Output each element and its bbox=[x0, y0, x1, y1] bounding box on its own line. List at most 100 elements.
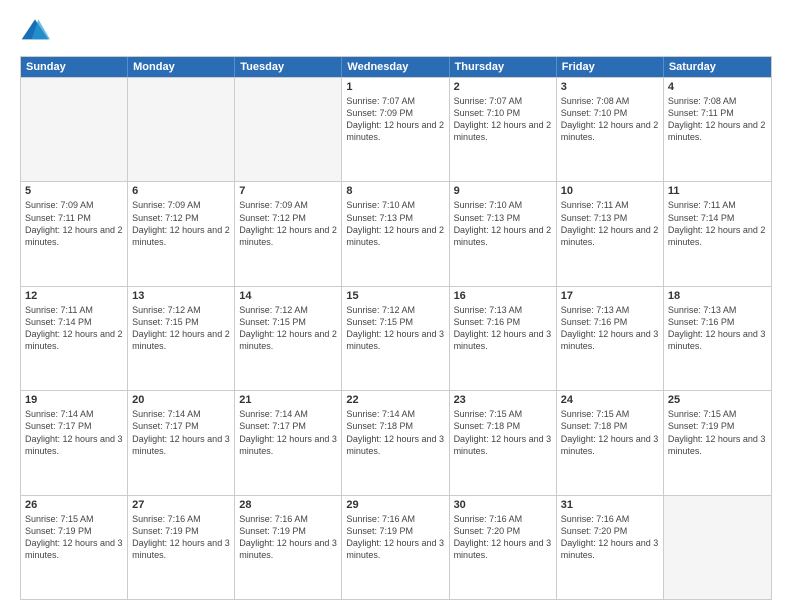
weekday-header-saturday: Saturday bbox=[664, 57, 771, 77]
calendar-body: 1 Sunrise: 7:07 AMSunset: 7:09 PMDaylight… bbox=[21, 77, 771, 599]
logo-icon bbox=[20, 16, 50, 46]
day-number: 22 bbox=[346, 394, 444, 406]
calendar-cell-3-3: 14Sunrise: 7:12 AMSunset: 7:15 PMDayligh… bbox=[235, 287, 342, 390]
calendar-cell-3-2: 13 Sunrise: 7:12 AMSunset: 7:15 PMDayligh… bbox=[128, 287, 235, 390]
calendar-cell-4-6: 24 Sunrise: 7:15 AMSunset: 7:18 PMDayligh… bbox=[557, 391, 664, 494]
calendar-cell-1-4: 1 Sunrise: 7:07 AMSunset: 7:09 PMDaylight… bbox=[342, 78, 449, 181]
day-number: 11 bbox=[668, 185, 767, 197]
cell-detail: Sunrise: 7:16 AMSunset: 7:19 PMDaylight:… bbox=[346, 513, 444, 562]
calendar-cell-4-1: 19Sunrise: 7:14 AMSunset: 7:17 PMDayligh… bbox=[21, 391, 128, 494]
day-number: 17 bbox=[561, 290, 659, 302]
calendar-cell-1-3 bbox=[235, 78, 342, 181]
calendar-cell-4-2: 20 Sunrise: 7:14 AMSunset: 7:17 PMDayligh… bbox=[128, 391, 235, 494]
day-number: 31 bbox=[561, 499, 659, 511]
calendar-cell-5-4: 29 Sunrise: 7:16 AMSunset: 7:19 PMDayligh… bbox=[342, 496, 449, 599]
calendar-cell-5-3: 28 Sunrise: 7:16 AMSunset: 7:19 PMDayligh… bbox=[235, 496, 342, 599]
day-number: 24 bbox=[561, 394, 659, 406]
day-number: 26 bbox=[25, 499, 123, 511]
day-number: 20 bbox=[132, 394, 230, 406]
calendar-cell-3-6: 17 Sunrise: 7:13 AMSunset: 7:16 PMDayligh… bbox=[557, 287, 664, 390]
calendar-row-2: 5Sunrise: 7:09 AMSunset: 7:11 PMDaylight… bbox=[21, 181, 771, 285]
calendar-cell-1-6: 3 Sunrise: 7:08 AMSunset: 7:10 PMDaylight… bbox=[557, 78, 664, 181]
calendar-cell-3-5: 16 Sunrise: 7:13 AMSunset: 7:16 PMDayligh… bbox=[450, 287, 557, 390]
day-number: 2 bbox=[454, 81, 552, 93]
calendar: SundayMondayTuesdayWednesdayThursdayFrid… bbox=[20, 56, 772, 600]
day-number: 3 bbox=[561, 81, 659, 93]
weekday-header-wednesday: Wednesday bbox=[342, 57, 449, 77]
cell-detail: Sunrise: 7:08 AMSunset: 7:10 PMDaylight:… bbox=[561, 95, 659, 144]
cell-detail: Sunrise: 7:15 AMSunset: 7:19 PMDaylight:… bbox=[25, 513, 123, 562]
calendar-cell-4-5: 23Sunrise: 7:15 AMSunset: 7:18 PMDayligh… bbox=[450, 391, 557, 494]
cell-detail: Sunrise: 7:16 AMSunset: 7:19 PMDaylight:… bbox=[239, 513, 337, 562]
calendar-cell-2-3: 7Sunrise: 7:09 AMSunset: 7:12 PMDaylight… bbox=[235, 182, 342, 285]
day-number: 25 bbox=[668, 394, 767, 406]
cell-detail: Sunrise: 7:07 AMSunset: 7:09 PMDaylight:… bbox=[346, 95, 444, 144]
cell-detail: Sunrise: 7:10 AMSunset: 7:13 PMDaylight:… bbox=[454, 199, 552, 248]
calendar-row-1: 1 Sunrise: 7:07 AMSunset: 7:09 PMDaylight… bbox=[21, 77, 771, 181]
cell-detail: Sunrise: 7:11 AMSunset: 7:14 PMDaylight:… bbox=[25, 304, 123, 353]
cell-detail: Sunrise: 7:10 AMSunset: 7:13 PMDaylight:… bbox=[346, 199, 444, 248]
day-number: 27 bbox=[132, 499, 230, 511]
day-number: 12 bbox=[25, 290, 123, 302]
cell-detail: Sunrise: 7:12 AMSunset: 7:15 PMDaylight:… bbox=[239, 304, 337, 353]
day-number: 28 bbox=[239, 499, 337, 511]
cell-detail: Sunrise: 7:13 AMSunset: 7:16 PMDaylight:… bbox=[454, 304, 552, 353]
cell-detail: Sunrise: 7:08 AMSunset: 7:11 PMDaylight:… bbox=[668, 95, 767, 144]
day-number: 1 bbox=[346, 81, 444, 93]
day-number: 4 bbox=[668, 81, 767, 93]
cell-detail: Sunrise: 7:13 AMSunset: 7:16 PMDaylight:… bbox=[668, 304, 767, 353]
day-number: 18 bbox=[668, 290, 767, 302]
cell-detail: Sunrise: 7:16 AMSunset: 7:20 PMDaylight:… bbox=[454, 513, 552, 562]
calendar-row-5: 26 Sunrise: 7:15 AMSunset: 7:19 PMDayligh… bbox=[21, 495, 771, 599]
day-number: 6 bbox=[132, 185, 230, 197]
calendar-cell-5-7 bbox=[664, 496, 771, 599]
page: SundayMondayTuesdayWednesdayThursdayFrid… bbox=[0, 0, 792, 612]
day-number: 19 bbox=[25, 394, 123, 406]
calendar-row-3: 12 Sunrise: 7:11 AMSunset: 7:14 PMDayligh… bbox=[21, 286, 771, 390]
day-number: 9 bbox=[454, 185, 552, 197]
logo bbox=[20, 16, 54, 46]
calendar-cell-2-1: 5Sunrise: 7:09 AMSunset: 7:11 PMDaylight… bbox=[21, 182, 128, 285]
calendar-cell-5-1: 26 Sunrise: 7:15 AMSunset: 7:19 PMDayligh… bbox=[21, 496, 128, 599]
calendar-cell-3-1: 12 Sunrise: 7:11 AMSunset: 7:14 PMDayligh… bbox=[21, 287, 128, 390]
cell-detail: Sunrise: 7:15 AMSunset: 7:18 PMDaylight:… bbox=[561, 408, 659, 457]
weekday-header-tuesday: Tuesday bbox=[235, 57, 342, 77]
calendar-header: SundayMondayTuesdayWednesdayThursdayFrid… bbox=[21, 57, 771, 77]
calendar-cell-5-5: 30 Sunrise: 7:16 AMSunset: 7:20 PMDayligh… bbox=[450, 496, 557, 599]
day-number: 10 bbox=[561, 185, 659, 197]
day-number: 30 bbox=[454, 499, 552, 511]
cell-detail: Sunrise: 7:14 AMSunset: 7:17 PMDaylight:… bbox=[239, 408, 337, 457]
calendar-cell-1-1 bbox=[21, 78, 128, 181]
cell-detail: Sunrise: 7:12 AMSunset: 7:15 PMDaylight:… bbox=[132, 304, 230, 353]
cell-detail: Sunrise: 7:16 AMSunset: 7:19 PMDaylight:… bbox=[132, 513, 230, 562]
cell-detail: Sunrise: 7:15 AMSunset: 7:19 PMDaylight:… bbox=[668, 408, 767, 457]
cell-detail: Sunrise: 7:14 AMSunset: 7:18 PMDaylight:… bbox=[346, 408, 444, 457]
calendar-cell-5-6: 31 Sunrise: 7:16 AMSunset: 7:20 PMDayligh… bbox=[557, 496, 664, 599]
day-number: 29 bbox=[346, 499, 444, 511]
day-number: 13 bbox=[132, 290, 230, 302]
calendar-cell-2-7: 11Sunrise: 7:11 AMSunset: 7:14 PMDayligh… bbox=[664, 182, 771, 285]
day-number: 5 bbox=[25, 185, 123, 197]
cell-detail: Sunrise: 7:13 AMSunset: 7:16 PMDaylight:… bbox=[561, 304, 659, 353]
calendar-cell-3-4: 15 Sunrise: 7:12 AMSunset: 7:15 PMDayligh… bbox=[342, 287, 449, 390]
cell-detail: Sunrise: 7:11 AMSunset: 7:13 PMDaylight:… bbox=[561, 199, 659, 248]
cell-detail: Sunrise: 7:14 AMSunset: 7:17 PMDaylight:… bbox=[132, 408, 230, 457]
calendar-cell-3-7: 18 Sunrise: 7:13 AMSunset: 7:16 PMDayligh… bbox=[664, 287, 771, 390]
cell-detail: Sunrise: 7:16 AMSunset: 7:20 PMDaylight:… bbox=[561, 513, 659, 562]
cell-detail: Sunrise: 7:12 AMSunset: 7:15 PMDaylight:… bbox=[346, 304, 444, 353]
day-number: 16 bbox=[454, 290, 552, 302]
cell-detail: Sunrise: 7:15 AMSunset: 7:18 PMDaylight:… bbox=[454, 408, 552, 457]
calendar-cell-2-6: 10 Sunrise: 7:11 AMSunset: 7:13 PMDayligh… bbox=[557, 182, 664, 285]
weekday-header-monday: Monday bbox=[128, 57, 235, 77]
day-number: 15 bbox=[346, 290, 444, 302]
calendar-cell-1-2 bbox=[128, 78, 235, 181]
calendar-cell-4-4: 22 Sunrise: 7:14 AMSunset: 7:18 PMDayligh… bbox=[342, 391, 449, 494]
cell-detail: Sunrise: 7:09 AMSunset: 7:12 PMDaylight:… bbox=[132, 199, 230, 248]
calendar-cell-4-3: 21Sunrise: 7:14 AMSunset: 7:17 PMDayligh… bbox=[235, 391, 342, 494]
calendar-cell-1-5: 2Sunrise: 7:07 AMSunset: 7:10 PMDaylight… bbox=[450, 78, 557, 181]
calendar-cell-1-7: 4 Sunrise: 7:08 AMSunset: 7:11 PMDaylight… bbox=[664, 78, 771, 181]
header bbox=[20, 16, 772, 46]
weekday-header-thursday: Thursday bbox=[450, 57, 557, 77]
calendar-row-4: 19 Sunrise: 7:14 AMSunset: 7:17 PMDayligh… bbox=[21, 390, 771, 494]
calendar-cell-2-5: 9 Sunrise: 7:10 AMSunset: 7:13 PMDaylight… bbox=[450, 182, 557, 285]
